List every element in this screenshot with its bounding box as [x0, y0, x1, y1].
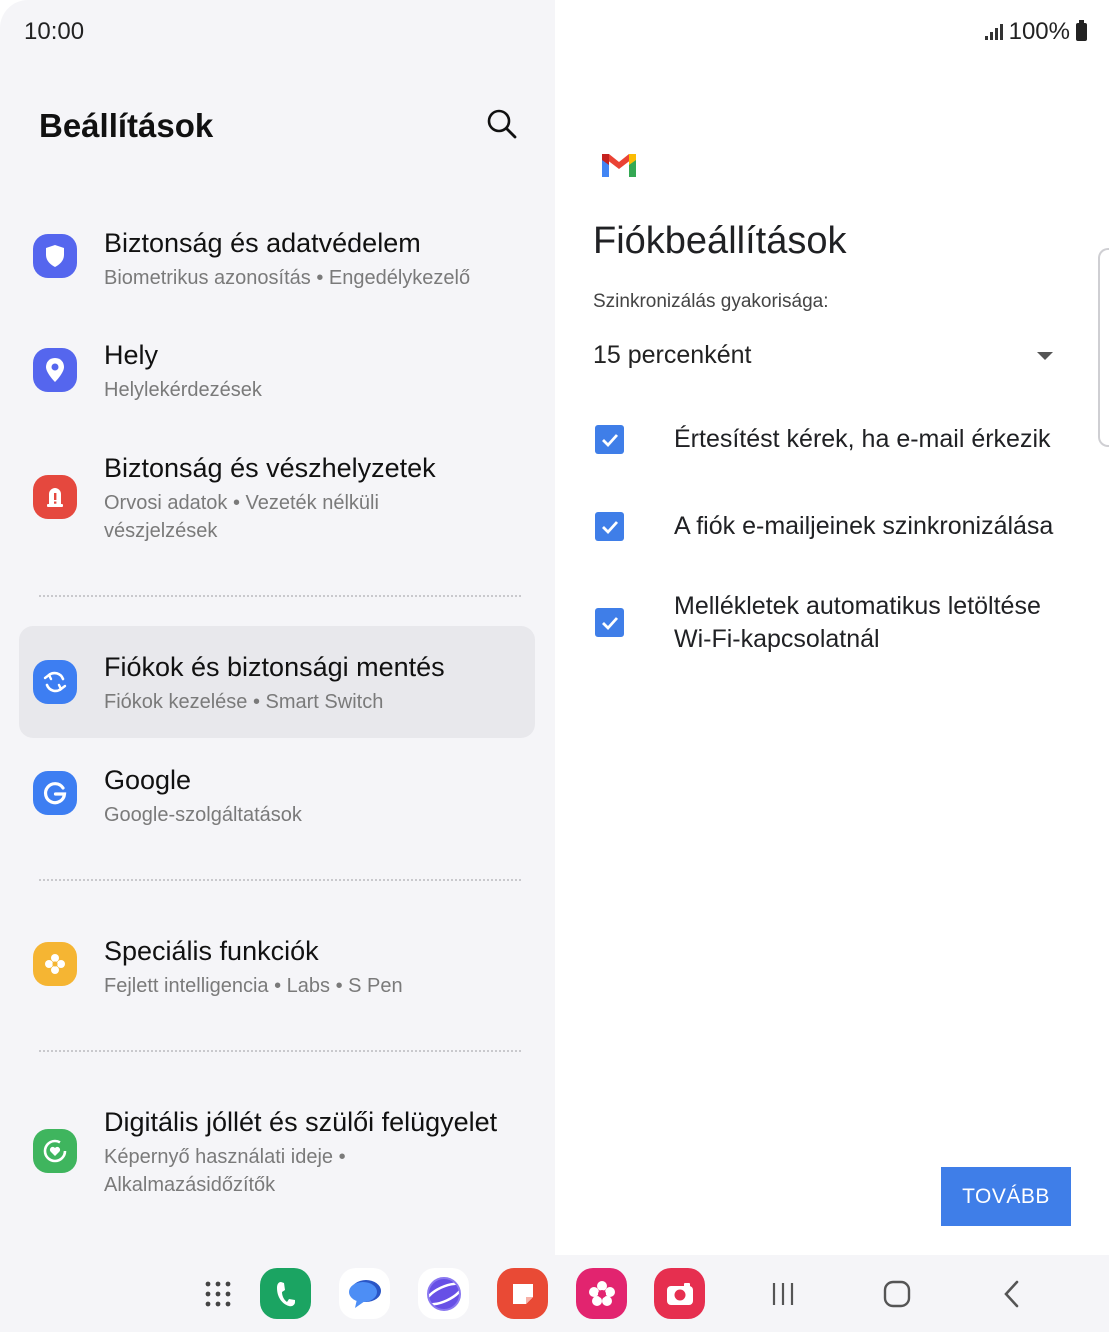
checkmark-icon	[601, 616, 618, 630]
next-button[interactable]: TOVÁBB	[941, 1167, 1071, 1226]
sync-email-checkbox[interactable]	[595, 512, 624, 541]
settings-item-advanced-features[interactable]: Speciális funkciók Fejlett intelligencia…	[19, 926, 535, 1016]
search-button[interactable]	[484, 106, 524, 146]
item-title: Fiókok és biztonsági mentés	[104, 652, 445, 682]
settings-item-location[interactable]: Hely Helylekérdezések	[19, 330, 535, 420]
item-title: Google	[104, 765, 192, 795]
alert-icon	[33, 475, 77, 519]
settings-pane: 10:00 Beállítások Biztonság és adatvédel…	[0, 0, 555, 1255]
item-subtitle: Google-szolgáltatások	[104, 804, 302, 826]
status-bar-right: 100%	[984, 18, 1087, 46]
advanced-features-icon	[33, 942, 77, 986]
camera-icon[interactable]	[654, 1268, 705, 1319]
apps-grid-icon[interactable]	[192, 1268, 243, 1319]
settings-item-accounts-backup[interactable]: Fiókok és biztonsági mentés Fiókok kezel…	[19, 626, 535, 738]
item-title: Hely	[104, 340, 159, 370]
recents-icon[interactable]	[757, 1268, 808, 1319]
sync-frequency-dropdown[interactable]: 15 percenként	[593, 338, 1063, 378]
auto-download-checkbox-label: Mellékletek automatikus letöltése Wi-Fi-…	[674, 592, 1041, 653]
battery-percent: 100%	[1008, 18, 1070, 45]
item-title: Speciális funkciók	[104, 936, 319, 966]
dropdown-arrow-icon	[1037, 352, 1053, 360]
notify-checkbox[interactable]	[595, 425, 624, 454]
auto-download-checkbox[interactable]	[595, 608, 624, 637]
status-time: 10:00	[24, 18, 85, 45]
messages-icon[interactable]	[339, 1268, 390, 1319]
settings-item-google[interactable]: Google Google-szolgáltatások	[19, 755, 535, 845]
checkmark-icon	[601, 433, 618, 447]
taskbar	[0, 1255, 1109, 1332]
account-settings-title: Fiókbeállítások	[593, 220, 847, 262]
settings-item-digital-wellbeing[interactable]: Digitális jóllét és szülői felügyelet Ké…	[19, 1097, 535, 1217]
phone-icon[interactable]	[260, 1268, 311, 1319]
shield-icon	[33, 234, 77, 278]
gallery-icon[interactable]	[576, 1268, 627, 1319]
edge-panel-handle[interactable]	[1098, 248, 1109, 447]
signal-icon	[984, 24, 1003, 40]
wellbeing-icon	[33, 1129, 77, 1173]
item-subtitle: Fiókok kezelése • Smart Switch	[104, 691, 384, 713]
settings-item-security-privacy[interactable]: Biztonság és adatvédelem Biometrikus azo…	[19, 218, 535, 308]
gmail-logo-icon	[600, 150, 638, 185]
divider	[39, 1050, 521, 1052]
item-title: Biztonság és vészhelyzetek	[104, 453, 436, 483]
battery-icon	[1076, 20, 1087, 41]
item-subtitle: Orvosi adatok • Vezeték nélküli vészjelz…	[104, 492, 379, 542]
item-subtitle: Helylekérdezések	[104, 379, 262, 401]
back-icon[interactable]	[986, 1268, 1037, 1319]
settings-item-safety-emergency[interactable]: Biztonság és vészhelyzetek Orvosi adatok…	[19, 443, 535, 563]
item-subtitle: Biometrikus azonosítás • Engedélykezelő	[104, 267, 471, 289]
item-subtitle: Fejlett intelligencia • Labs • S Pen	[104, 975, 403, 997]
item-subtitle: Képernyő használati ideje • Alkalmazásid…	[104, 1146, 346, 1196]
sync-frequency-value: 15 percenként	[593, 341, 752, 369]
sync-frequency-label: Szinkronizálás gyakorisága:	[593, 291, 829, 312]
checkmark-icon	[601, 520, 618, 534]
notes-icon[interactable]	[497, 1268, 548, 1319]
item-title: Digitális jóllét és szülői felügyelet	[104, 1107, 498, 1137]
home-icon[interactable]	[871, 1268, 922, 1319]
sync-email-checkbox-label: A fiók e-mailjeinek szinkronizálása	[674, 512, 1054, 540]
page-title: Beállítások	[39, 107, 214, 144]
location-pin-icon	[33, 348, 77, 392]
divider	[39, 595, 521, 597]
sync-icon	[33, 660, 77, 704]
notify-checkbox-label: Értesítést kérek, ha e-mail érkezik	[674, 425, 1051, 453]
google-icon	[33, 771, 77, 815]
search-icon	[487, 109, 517, 139]
divider	[39, 879, 521, 881]
item-title: Biztonság és adatvédelem	[104, 228, 421, 258]
internet-icon[interactable]	[418, 1268, 469, 1319]
